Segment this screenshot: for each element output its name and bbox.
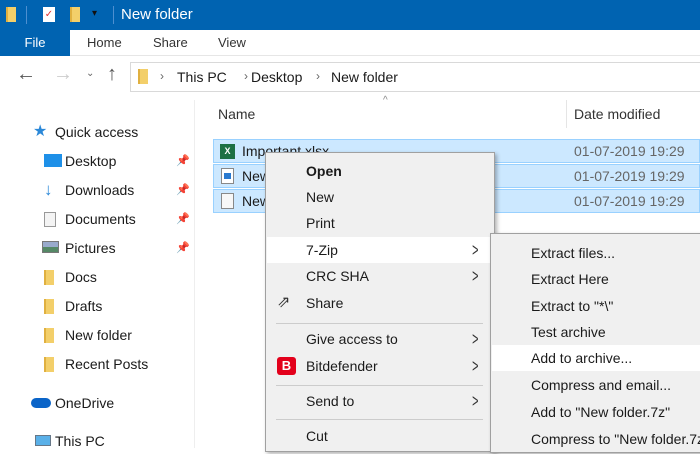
menu-item-share[interactable]: ⇗ Share	[267, 290, 493, 316]
submenu-compress-email[interactable]: Compress and email...	[492, 372, 700, 398]
star-icon: ★	[33, 123, 48, 140]
tab-view[interactable]: View	[218, 30, 246, 56]
submenu-extract-to[interactable]: Extract to "*\"	[492, 293, 700, 319]
chevron-right-icon[interactable]: ›	[244, 69, 248, 83]
breadcrumb-new-folder[interactable]: New folder	[331, 69, 398, 85]
sidebar-item-downloads[interactable]: ↓ Downloads 📌	[0, 177, 195, 203]
pin-icon[interactable]: 📌	[176, 177, 190, 203]
folder-icon	[138, 69, 148, 84]
breadcrumb-this-pc[interactable]: This PC	[177, 69, 227, 85]
properties-icon[interactable]: ✓	[43, 7, 55, 22]
pictures-icon	[42, 241, 59, 253]
7zip-submenu: Extract files... Extract Here Extract to…	[490, 233, 700, 453]
up-icon[interactable]: ↑	[107, 63, 117, 86]
folder-icon	[44, 270, 54, 285]
breadcrumb-desktop[interactable]: Desktop	[251, 69, 302, 85]
sidebar-item-pictures[interactable]: Pictures 📌	[0, 235, 195, 261]
folder-icon	[44, 357, 54, 372]
folder-icon	[44, 328, 54, 343]
cloud-icon	[31, 398, 51, 408]
computer-icon	[35, 435, 51, 446]
chevron-right-icon: >	[472, 329, 479, 349]
menu-item-new[interactable]: New	[267, 184, 493, 210]
share-icon: ⇗	[277, 294, 291, 311]
folder-icon	[44, 299, 54, 314]
text-file-icon	[221, 193, 234, 209]
chevron-right-icon: ›	[160, 69, 164, 83]
submenu-extract-here[interactable]: Extract Here	[492, 266, 700, 292]
documents-icon	[44, 212, 56, 227]
folder-icon	[6, 7, 16, 22]
menu-item-bitdefender[interactable]: B Bitdefender >	[267, 353, 493, 379]
submenu-extract-files[interactable]: Extract files...	[492, 240, 700, 266]
ribbon-tabs: File Home Share View	[0, 30, 700, 56]
sidebar-item-this-pc[interactable]: This PC	[0, 428, 195, 454]
recent-locations-icon[interactable]: ⌄	[86, 68, 94, 79]
pin-icon[interactable]: 📌	[176, 206, 190, 232]
back-icon[interactable]: ←	[16, 63, 36, 86]
tab-file[interactable]: File	[0, 30, 70, 56]
column-date-modified[interactable]: Date modified	[574, 106, 660, 122]
sort-ascending-icon: ^	[383, 95, 388, 106]
new-folder-icon[interactable]	[70, 7, 80, 22]
desktop-icon	[44, 154, 62, 167]
window-title: New folder	[121, 6, 193, 23]
download-icon: ↓	[44, 180, 53, 199]
submenu-add-to-7z[interactable]: Add to "New folder.7z"	[492, 399, 700, 425]
image-icon	[221, 168, 234, 184]
navigation-pane: ★ Quick access Desktop 📌 ↓ Downloads 📌 Doc…	[0, 100, 195, 449]
menu-item-print[interactable]: Print	[267, 210, 493, 236]
tab-home[interactable]: Home	[87, 30, 122, 56]
sidebar-item-documents[interactable]: Documents 📌	[0, 206, 195, 232]
menu-item-open[interactable]: Open	[267, 158, 493, 184]
menu-item-crc-sha[interactable]: CRC SHA >	[267, 263, 493, 289]
customize-toolbar-icon[interactable]: ▾	[92, 8, 97, 19]
sidebar-item-recent-posts[interactable]: Recent Posts	[0, 351, 195, 377]
pin-icon[interactable]: 📌	[176, 235, 190, 261]
submenu-add-to-archive[interactable]: Add to archive...	[492, 345, 700, 371]
chevron-right-icon: >	[472, 266, 479, 286]
submenu-compress-to-7z[interactable]: Compress to "New folder.7z"	[492, 426, 700, 452]
chevron-right-icon: >	[472, 356, 479, 376]
column-name[interactable]: Name	[218, 106, 255, 122]
excel-icon: X	[220, 144, 235, 159]
tab-share[interactable]: Share	[153, 30, 188, 56]
menu-item-7zip[interactable]: 7-Zip >	[267, 237, 493, 263]
context-menu: Open New Print 7-Zip > CRC SHA > ⇗ Share Gi…	[265, 152, 495, 452]
forward-icon[interactable]: →	[53, 63, 73, 86]
sidebar-item-desktop[interactable]: Desktop 📌	[0, 148, 195, 174]
chevron-right-icon: >	[472, 391, 479, 411]
chevron-right-icon[interactable]: ›	[316, 69, 320, 83]
sidebar-item-quick-access[interactable]: ★ Quick access	[0, 119, 195, 145]
sidebar-item-onedrive[interactable]: OneDrive	[0, 390, 195, 416]
bitdefender-icon: B	[277, 357, 296, 375]
sidebar-item-docs[interactable]: Docs	[0, 264, 195, 290]
address-bar[interactable]: › This PC › Desktop › New folder	[130, 62, 700, 92]
pin-icon[interactable]: 📌	[176, 148, 190, 174]
submenu-test-archive[interactable]: Test archive	[492, 319, 700, 345]
title-bar: ✓ ▾ New folder	[0, 0, 700, 30]
menu-item-cut[interactable]: Cut	[267, 423, 493, 449]
menu-item-give-access[interactable]: Give access to >	[267, 326, 493, 352]
sidebar-item-drafts[interactable]: Drafts	[0, 293, 195, 319]
chevron-right-icon: >	[472, 240, 479, 260]
menu-item-send-to[interactable]: Send to >	[267, 388, 493, 414]
sidebar-item-new-folder[interactable]: New folder	[0, 322, 195, 348]
